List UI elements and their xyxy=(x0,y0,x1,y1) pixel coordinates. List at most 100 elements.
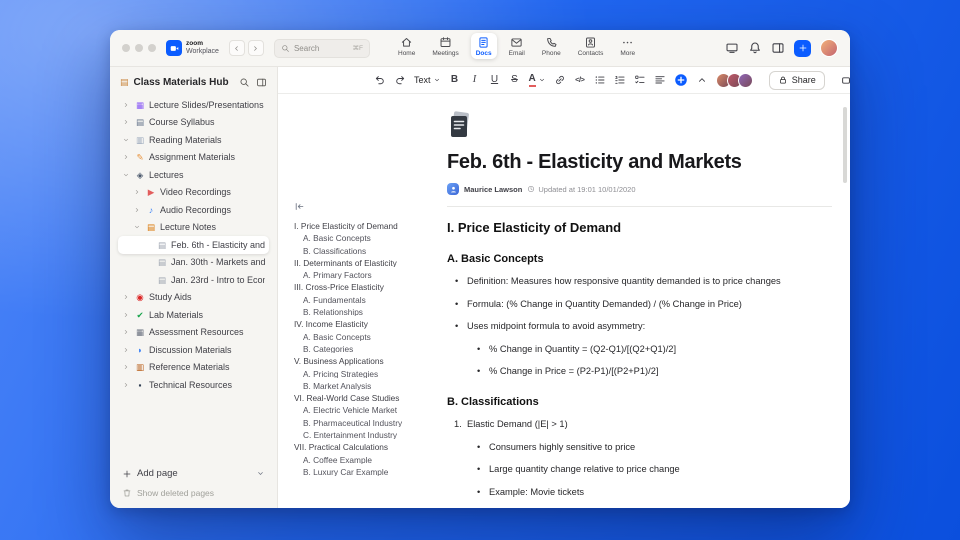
side-panel-toggle-icon[interactable] xyxy=(771,41,785,55)
outline-item[interactable]: A. Coffee Example xyxy=(294,456,432,464)
chevron-right-icon[interactable] xyxy=(122,153,131,161)
doc-bullet-item[interactable]: • Consumers highly sensitive to price xyxy=(447,442,832,454)
sidebar-item-lab-materials[interactable]: ✔ Lab Materials xyxy=(118,306,269,324)
add-page-button[interactable]: Add page xyxy=(122,468,265,479)
sidebar-item-assignment-materials[interactable]: ✎ Assignment Materials xyxy=(118,149,269,167)
sidebar-item-jan-30th-markets-and-p[interactable]: ▤Jan. 30th - Markets and P... xyxy=(118,254,269,272)
user-avatar[interactable] xyxy=(820,39,838,57)
share-button[interactable]: Share xyxy=(768,70,825,90)
screen-share-icon[interactable] xyxy=(725,41,739,55)
doc-bullet-item[interactable]: •% Change in Quantity = (Q2-Q1)/[(Q2+Q1)… xyxy=(447,344,832,356)
doc-bullet-item[interactable]: •% Change in Price = (P2-P1)/[(P2+P1)/2] xyxy=(447,366,832,378)
sidebar-item-reference-materials[interactable]: ▥ Reference Materials xyxy=(118,359,269,377)
chevron-right-icon[interactable] xyxy=(133,206,142,214)
sidebar-item-lectures[interactable]: ◈ Lectures xyxy=(118,166,269,184)
back-button[interactable] xyxy=(228,40,245,56)
bold-button[interactable]: B xyxy=(449,71,461,89)
outline-item[interactable]: B. Luxury Car Example xyxy=(294,468,432,476)
doc-bullet-item[interactable]: • Formula: (% Change in Quantity Demanded… xyxy=(447,299,832,311)
outline-item[interactable]: B. Classifications xyxy=(294,247,432,255)
new-plus-button[interactable] xyxy=(794,39,811,57)
underline-button[interactable]: U xyxy=(489,71,501,89)
sidebar-item-audio-recordings[interactable]: ♪ Audio Recordings xyxy=(118,201,269,219)
collaborator-avatar[interactable] xyxy=(737,72,753,88)
code-button[interactable]: </> xyxy=(574,71,586,89)
global-search-input[interactable]: Search ⌘F xyxy=(273,38,370,58)
sidebar-item-jan-23rd-intro-to-econo[interactable]: ▤Jan. 23rd - Intro to Econo... xyxy=(118,271,269,289)
notifications-bell-icon[interactable] xyxy=(748,41,762,55)
document-body[interactable]: I. Price Elasticity of Demand A. Basic Co… xyxy=(447,220,832,508)
sidebar-item-lecture-slides-presentations[interactable]: ▦ Lecture Slides/Presentations xyxy=(118,96,269,114)
sidebar-item-reading-materials[interactable]: ▥ Reading Materials xyxy=(118,131,269,149)
chevron-right-icon[interactable] xyxy=(122,328,131,336)
scrollbar[interactable] xyxy=(843,107,847,183)
chevron-right-icon[interactable] xyxy=(122,118,131,126)
outline-item[interactable]: A. Basic Concepts xyxy=(294,234,432,242)
tab-email[interactable]: Email xyxy=(504,33,530,59)
tab-more[interactable]: More xyxy=(615,33,640,59)
document-title[interactable]: Feb. 6th - Elasticity and Markets xyxy=(447,151,832,174)
undo-button[interactable] xyxy=(374,71,386,89)
tab-meetings[interactable]: Meetings xyxy=(427,33,463,59)
close-window-button[interactable] xyxy=(122,44,130,52)
chevron-right-icon[interactable] xyxy=(122,293,131,301)
insert-button[interactable] xyxy=(674,71,688,89)
sidebar-item-discussion-materials[interactable]: ◗ Discussion Materials xyxy=(118,341,269,359)
tab-contacts[interactable]: Contacts xyxy=(573,33,609,59)
search-pages-icon[interactable] xyxy=(239,77,250,88)
camera-icon[interactable] xyxy=(841,74,850,87)
chevron-down-icon[interactable] xyxy=(122,171,131,179)
text-color-button[interactable]: A xyxy=(528,71,546,89)
outline-item[interactable]: A. Basic Concepts xyxy=(294,333,432,341)
doc-bullet-item[interactable]: • Large quantity change relative to price… xyxy=(447,464,832,476)
redo-button[interactable] xyxy=(394,71,406,89)
doc-heading[interactable]: B. Classifications xyxy=(447,396,832,408)
doc-bullet-item[interactable]: • Example: Movie tickets xyxy=(447,487,832,499)
doc-bullet-item[interactable]: • Uses midpoint formula to avoid asymmetr… xyxy=(447,321,832,333)
tab-home[interactable]: Home xyxy=(393,33,420,59)
document-canvas[interactable]: Feb. 6th - Elasticity and Markets Mauric… xyxy=(436,94,850,508)
italic-button[interactable]: I xyxy=(469,71,481,89)
outline-item[interactable]: I. Price Elasticity of Demand xyxy=(294,222,432,230)
outline-item[interactable]: B. Pharmaceutical Industry xyxy=(294,419,432,427)
outline-item[interactable]: III. Cross-Price Elasticity xyxy=(294,283,432,291)
outline-item[interactable]: VI. Real-World Case Studies xyxy=(294,394,432,402)
doc-heading[interactable]: A. Basic Concepts xyxy=(447,253,832,265)
sidebar-item-assessment-resources[interactable]: ▦ Assessment Resources xyxy=(118,324,269,342)
outline-item[interactable]: B. Categories xyxy=(294,345,432,353)
text-style-dropdown[interactable]: Text xyxy=(414,71,441,89)
forward-button[interactable] xyxy=(247,40,264,56)
checklist-button[interactable] xyxy=(634,71,646,89)
chevron-right-icon[interactable] xyxy=(122,346,131,354)
outline-item[interactable]: C. Entertainment Industry xyxy=(294,431,432,439)
strikethrough-button[interactable]: S xyxy=(509,71,521,89)
sidebar-item-lecture-notes[interactable]: ▤ Lecture Notes xyxy=(118,219,269,237)
sidebar-item-study-aids[interactable]: ◉ Study Aids xyxy=(118,289,269,307)
outline-item[interactable]: IV. Income Elasticity xyxy=(294,320,432,328)
outline-item[interactable]: II. Determinants of Elasticity xyxy=(294,259,432,267)
outline-item[interactable]: V. Business Applications xyxy=(294,357,432,365)
add-page-caret-icon[interactable] xyxy=(256,469,265,478)
sidebar-item-technical-resources[interactable]: ▪ Technical Resources xyxy=(118,376,269,394)
show-deleted-pages-button[interactable]: Show deleted pages xyxy=(122,488,214,498)
minimize-window-button[interactable] xyxy=(135,44,143,52)
sidebar-item-feb-6th-elasticity-and-m[interactable]: ▤Feb. 6th - Elasticity and M... xyxy=(118,236,269,254)
collapse-toolbar-button[interactable] xyxy=(696,71,708,89)
outline-item[interactable]: A. Fundamentals xyxy=(294,296,432,304)
outline-item[interactable]: VII. Practical Calculations xyxy=(294,443,432,451)
tab-docs[interactable]: Docs xyxy=(470,33,497,59)
bullet-list-button[interactable] xyxy=(594,71,606,89)
chevron-down-icon[interactable] xyxy=(133,223,142,231)
collapse-sidebar-icon[interactable] xyxy=(256,77,267,88)
maximize-window-button[interactable] xyxy=(148,44,156,52)
outline-item[interactable]: B. Market Analysis xyxy=(294,382,432,390)
link-button[interactable] xyxy=(554,71,566,89)
outline-item[interactable]: A. Pricing Strategies xyxy=(294,370,432,378)
chevron-right-icon[interactable] xyxy=(133,188,142,196)
chevron-right-icon[interactable] xyxy=(122,101,131,109)
outline-item[interactable]: A. Primary Factors xyxy=(294,271,432,279)
collapse-outline-icon[interactable] xyxy=(294,200,305,215)
doc-bullet-item[interactable]: • Definition: Measures how responsive qua… xyxy=(447,276,832,288)
chevron-right-icon[interactable] xyxy=(122,381,131,389)
outline-item[interactable]: B. Relationships xyxy=(294,308,432,316)
